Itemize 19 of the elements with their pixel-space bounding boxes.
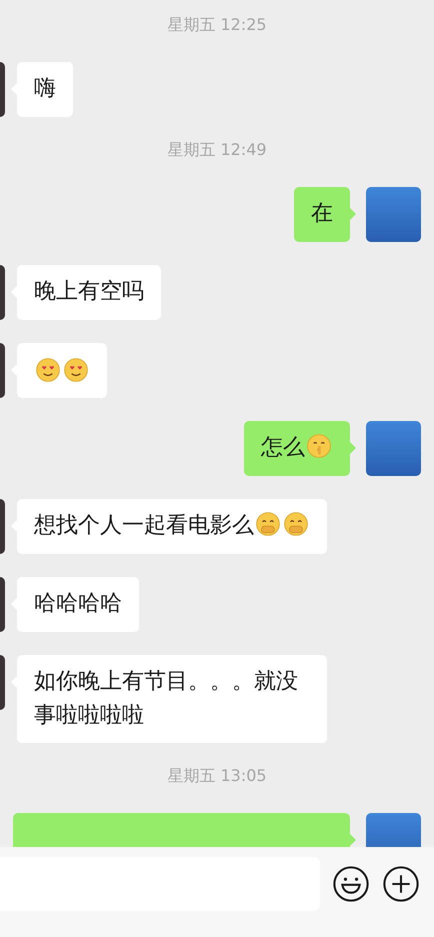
- timestamp: 星期五 12:49: [167, 140, 267, 160]
- smiley-face-icon[interactable]: [332, 865, 370, 903]
- giggling-emoji-icon: [283, 511, 309, 537]
- message-text: 哈哈哈哈: [34, 591, 122, 616]
- message-text: 如你晚上有节目。。。就没事啦啦啦啦: [34, 669, 298, 728]
- heart-eyes-emoji-icon: [35, 357, 61, 383]
- message-text: 怎么: [261, 435, 333, 460]
- heart-eyes-emoji-icon: [63, 357, 89, 383]
- message-text: 在: [311, 201, 333, 226]
- plus-icon[interactable]: [382, 865, 420, 903]
- shushing-emoji-icon: [306, 433, 332, 459]
- giggling-emoji-icon: [255, 511, 281, 537]
- message-text: 想找个人一起看电影么: [34, 513, 310, 538]
- avatar-sky-photo-placeholder[interactable]: [366, 187, 421, 242]
- timestamp: 星期五 13:05: [167, 766, 267, 786]
- message-text: 嗨: [34, 76, 56, 101]
- avatar-sky-photo-placeholder[interactable]: [366, 421, 421, 476]
- message-text: 晚上有空吗: [34, 279, 144, 304]
- timestamp: 星期五 12:25: [167, 15, 267, 35]
